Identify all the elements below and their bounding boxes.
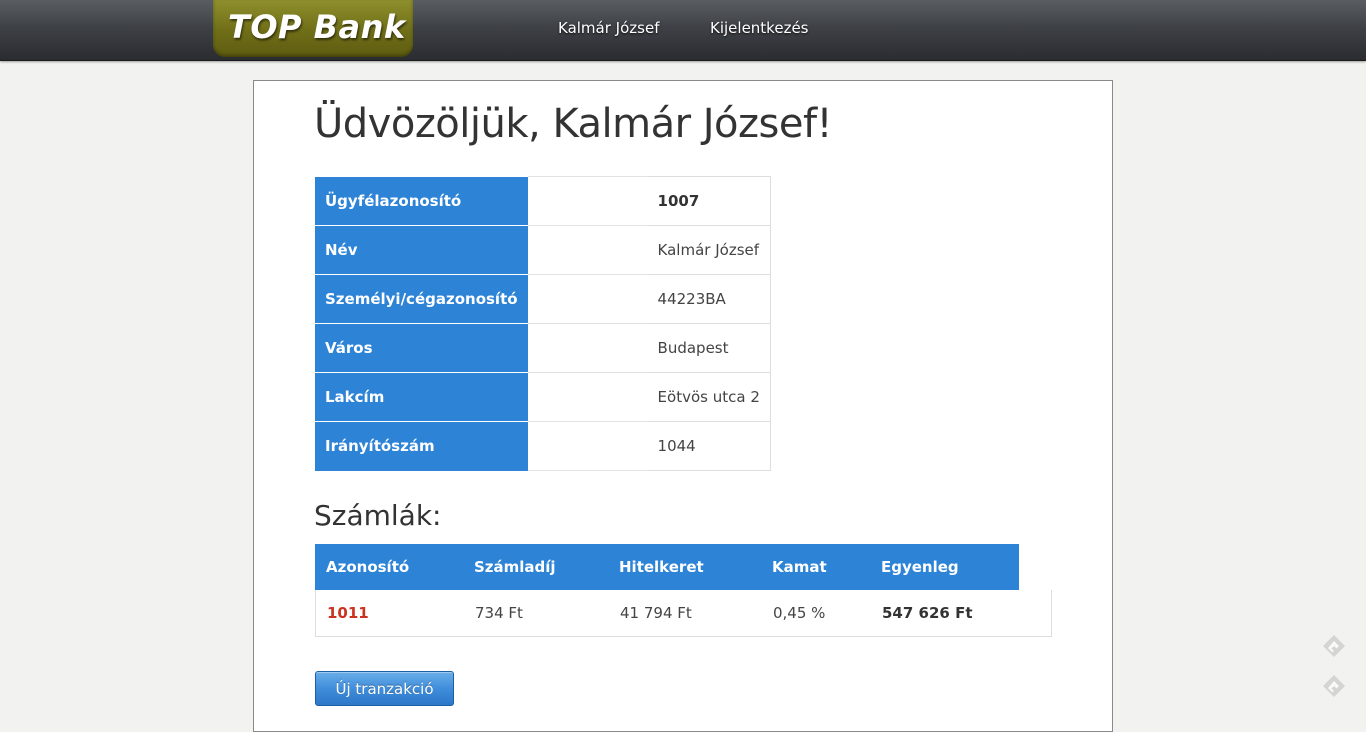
table-row: Ügyfélazonosító 1007 xyxy=(315,176,771,226)
row-label: Név xyxy=(315,225,528,275)
row-label: Ügyfélazonosító xyxy=(315,176,528,226)
spacer-cell xyxy=(527,176,648,226)
feedly-icon[interactable] xyxy=(1321,673,1347,699)
column-header-fee: Számladíj xyxy=(474,558,556,576)
spacer-cell xyxy=(527,274,648,324)
nav-logout-link[interactable]: Kijelentkezés xyxy=(710,19,808,37)
account-credit-limit: 41 794 Ft xyxy=(620,604,692,622)
page-title: Üdvözöljük, Kalmár József! xyxy=(314,101,833,147)
address-value: Eötvös utca 2 xyxy=(647,372,771,422)
column-header-credit-limit: Hitelkeret xyxy=(619,558,704,576)
top-bank-logo[interactable]: TOP Bank xyxy=(213,0,413,57)
row-label: Város xyxy=(315,323,528,373)
city-value: Budapest xyxy=(647,323,771,373)
table-row: Személyi/cégazonosító 44223BA xyxy=(315,274,771,324)
new-transaction-button[interactable]: Új tranzakció xyxy=(315,671,454,706)
personal-id-value: 44223BA xyxy=(647,274,771,324)
row-label: Lakcím xyxy=(315,372,528,422)
row-label: Személyi/cégazonosító xyxy=(315,274,528,324)
table-row: Irányítószám 1044 xyxy=(315,421,771,471)
spacer-cell xyxy=(527,323,648,373)
account-interest: 0,45 % xyxy=(773,604,826,622)
account-id-link[interactable]: 1011 xyxy=(327,604,369,622)
column-header-id: Azonosító xyxy=(326,558,410,576)
account-fee: 734 Ft xyxy=(475,604,523,622)
spacer-cell xyxy=(527,421,648,471)
customer-info-table: Ügyfélazonosító 1007 Név Kalmár József S… xyxy=(315,176,771,471)
accounts-table-header: Azonosító Számladíj Hitelkeret Kamat Egy… xyxy=(315,544,1019,590)
spacer-cell xyxy=(527,372,648,422)
spacer-cell xyxy=(527,225,648,275)
table-row: Lakcím Eötvös utca 2 xyxy=(315,372,771,422)
name-value: Kalmár József xyxy=(647,225,771,275)
feedly-icon[interactable] xyxy=(1321,633,1347,659)
postal-code-value: 1044 xyxy=(647,421,771,471)
accounts-section-title: Számlák: xyxy=(314,499,442,532)
table-row: Név Kalmár József xyxy=(315,225,771,275)
top-navbar: TOP Bank Kalmár József Kijelentkezés xyxy=(0,0,1366,61)
logo-text: TOP Bank xyxy=(228,8,406,46)
column-header-interest: Kamat xyxy=(772,558,827,576)
customer-id-value: 1007 xyxy=(647,176,771,226)
main-content-panel: Üdvözöljük, Kalmár József! Ügyfélazonosí… xyxy=(253,80,1113,732)
column-header-balance: Egyenleg xyxy=(881,558,959,576)
account-balance: 547 626 Ft xyxy=(882,604,973,622)
nav-user-profile-link[interactable]: Kalmár József xyxy=(558,19,659,37)
row-label: Irányítószám xyxy=(315,421,528,471)
table-row: 1011 734 Ft 41 794 Ft 0,45 % 547 626 Ft xyxy=(315,590,1052,637)
table-row: Város Budapest xyxy=(315,323,771,373)
